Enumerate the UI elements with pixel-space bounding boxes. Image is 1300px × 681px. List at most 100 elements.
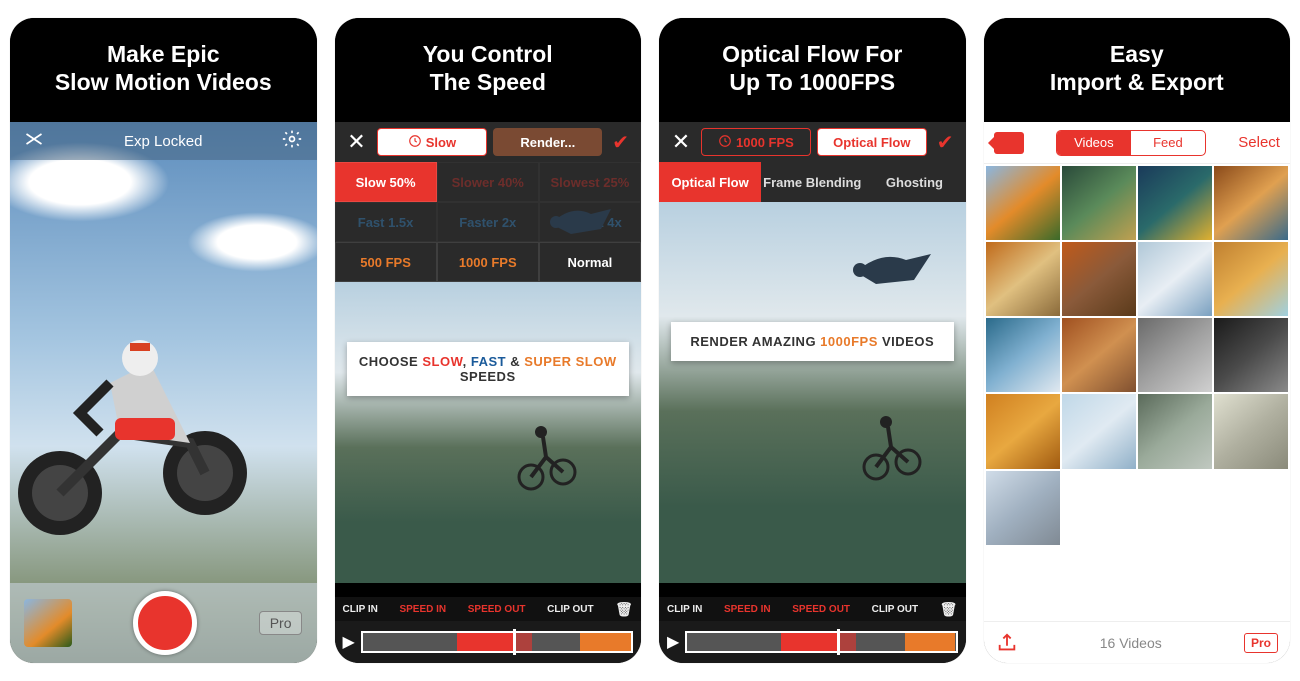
- track-seg: [840, 633, 856, 651]
- banner-line1: Optical Flow For: [722, 41, 902, 69]
- video-thumb[interactable]: [1138, 394, 1212, 468]
- track-seg: [363, 633, 403, 651]
- editor-view: ✕ 1000 FPS Optical Flow ✔ Optical Flow F…: [659, 122, 966, 663]
- playhead[interactable]: [837, 629, 840, 655]
- skydiver: [541, 194, 621, 244]
- track-seg: [856, 633, 904, 651]
- tab-videos[interactable]: Videos: [1057, 131, 1131, 155]
- ov-fast: FAST: [471, 354, 506, 369]
- render-mode-tabs: Optical Flow Frame Blending Ghosting: [659, 162, 966, 202]
- speed-option[interactable]: Fast 1.5x: [335, 202, 437, 242]
- trash-icon[interactable]: 🗑: [615, 601, 633, 618]
- video-thumb[interactable]: [1062, 242, 1136, 316]
- track-seg: [457, 633, 516, 651]
- tab-optical-flow[interactable]: Optical Flow: [659, 162, 761, 202]
- editor-toolbar: ✕ 1000 FPS Optical Flow ✔: [659, 122, 966, 162]
- render-segment[interactable]: Render...: [493, 128, 602, 156]
- clock-icon: [718, 134, 732, 151]
- export-icon[interactable]: [996, 632, 1018, 654]
- banner-line1: Easy: [1110, 41, 1164, 69]
- select-button[interactable]: Select: [1238, 134, 1280, 151]
- video-thumb[interactable]: [1138, 242, 1212, 316]
- play-icon[interactable]: ▶: [667, 632, 679, 652]
- video-thumb[interactable]: [986, 242, 1060, 316]
- video-thumb[interactable]: [986, 318, 1060, 392]
- track[interactable]: [685, 631, 957, 653]
- video-thumb[interactable]: [986, 471, 1060, 545]
- camera-icon[interactable]: [994, 132, 1024, 154]
- library-bottom-bar: 16 Videos Pro: [984, 621, 1291, 663]
- bmx-rider: [511, 422, 581, 492]
- video-thumb[interactable]: [1214, 166, 1288, 240]
- video-thumb[interactable]: [1138, 166, 1212, 240]
- slow-label: Slow: [426, 135, 456, 150]
- video-preview: CHOOSE SLOW, FAST & SUPER SLOW SPEEDS: [335, 282, 642, 583]
- video-thumb[interactable]: [1062, 394, 1136, 468]
- ov-txt: RENDER AMAZING: [690, 334, 820, 349]
- gallery-thumbnail[interactable]: [24, 599, 72, 647]
- close-icon[interactable]: ✕: [667, 129, 695, 155]
- slow-segment[interactable]: Slow: [377, 128, 488, 156]
- camera-bottom-bar: Pro: [10, 583, 317, 663]
- video-thumb[interactable]: [1138, 318, 1212, 392]
- lock-settings-icon[interactable]: [282, 129, 302, 153]
- track-seg: [403, 633, 457, 651]
- clip-in[interactable]: CLIP IN: [343, 604, 378, 615]
- tools-icon[interactable]: [24, 129, 44, 153]
- screenshot-render-editor: Optical Flow For Up To 1000FPS ✕ 1000 FP…: [659, 18, 966, 663]
- track-seg: [532, 633, 580, 651]
- screenshot-library: Easy Import & Export Videos Feed Select: [984, 18, 1291, 663]
- timeline[interactable]: ▶: [335, 621, 642, 663]
- speed-out[interactable]: SPEED OUT: [792, 604, 850, 615]
- library-view: Videos Feed Select: [984, 122, 1291, 663]
- library-toolbar: Videos Feed Select: [984, 122, 1291, 164]
- ov-txt: CHOOSE: [359, 354, 422, 369]
- render-label: Render...: [520, 135, 575, 150]
- track-seg: [728, 633, 782, 651]
- speed-option[interactable]: Faster 2x: [437, 202, 539, 242]
- tab-feed[interactable]: Feed: [1131, 131, 1205, 155]
- clip-out[interactable]: CLIP OUT: [872, 604, 918, 615]
- timeline[interactable]: ▶: [659, 621, 966, 663]
- ov-slow: SLOW: [422, 354, 462, 369]
- clip-in[interactable]: CLIP IN: [667, 604, 702, 615]
- confirm-check-icon[interactable]: ✔: [608, 130, 633, 155]
- pro-button[interactable]: Pro: [259, 611, 303, 635]
- video-thumb[interactable]: [1214, 394, 1288, 468]
- speed-option[interactable]: 1000 FPS: [437, 242, 539, 282]
- play-icon[interactable]: ▶: [343, 632, 355, 652]
- pro-badge[interactable]: Pro: [1244, 633, 1278, 653]
- video-thumb[interactable]: [1214, 318, 1288, 392]
- close-icon[interactable]: ✕: [343, 129, 371, 155]
- flow-segment[interactable]: Optical Flow: [817, 128, 927, 156]
- fps-segment[interactable]: 1000 FPS: [701, 128, 811, 156]
- speed-in[interactable]: SPEED IN: [724, 604, 771, 615]
- tab-ghosting[interactable]: Ghosting: [863, 162, 965, 202]
- playhead[interactable]: [513, 629, 516, 655]
- track-seg: [687, 633, 727, 651]
- video-count: 16 Videos: [1100, 635, 1162, 651]
- speed-option[interactable]: Normal: [539, 242, 641, 282]
- video-thumb[interactable]: [986, 394, 1060, 468]
- videos-feed-toggle[interactable]: Videos Feed: [1056, 130, 1206, 156]
- video-thumb[interactable]: [986, 166, 1060, 240]
- tab-frame-blending[interactable]: Frame Blending: [761, 162, 863, 202]
- screenshot-speed-editor: You Control The Speed ✕ Slow Render... ✔…: [335, 18, 642, 663]
- speed-option[interactable]: Slower 40%: [437, 162, 539, 202]
- ov-txt: &: [506, 354, 524, 369]
- clip-out[interactable]: CLIP OUT: [547, 604, 593, 615]
- video-thumb[interactable]: [1062, 318, 1136, 392]
- speed-in[interactable]: SPEED IN: [399, 604, 446, 615]
- track[interactable]: [361, 631, 633, 653]
- trash-icon[interactable]: 🗑: [940, 601, 958, 618]
- speed-out[interactable]: SPEED OUT: [468, 604, 526, 615]
- banner-line1: You Control: [423, 41, 553, 69]
- speed-option[interactable]: 500 FPS: [335, 242, 437, 282]
- banner-line2: The Speed: [430, 69, 546, 97]
- video-thumb[interactable]: [1062, 166, 1136, 240]
- confirm-check-icon[interactable]: ✔: [933, 130, 958, 155]
- speed-option[interactable]: Slow 50%: [335, 162, 437, 202]
- record-button[interactable]: [133, 591, 197, 655]
- skydiver: [846, 242, 936, 292]
- video-thumb[interactable]: [1214, 242, 1288, 316]
